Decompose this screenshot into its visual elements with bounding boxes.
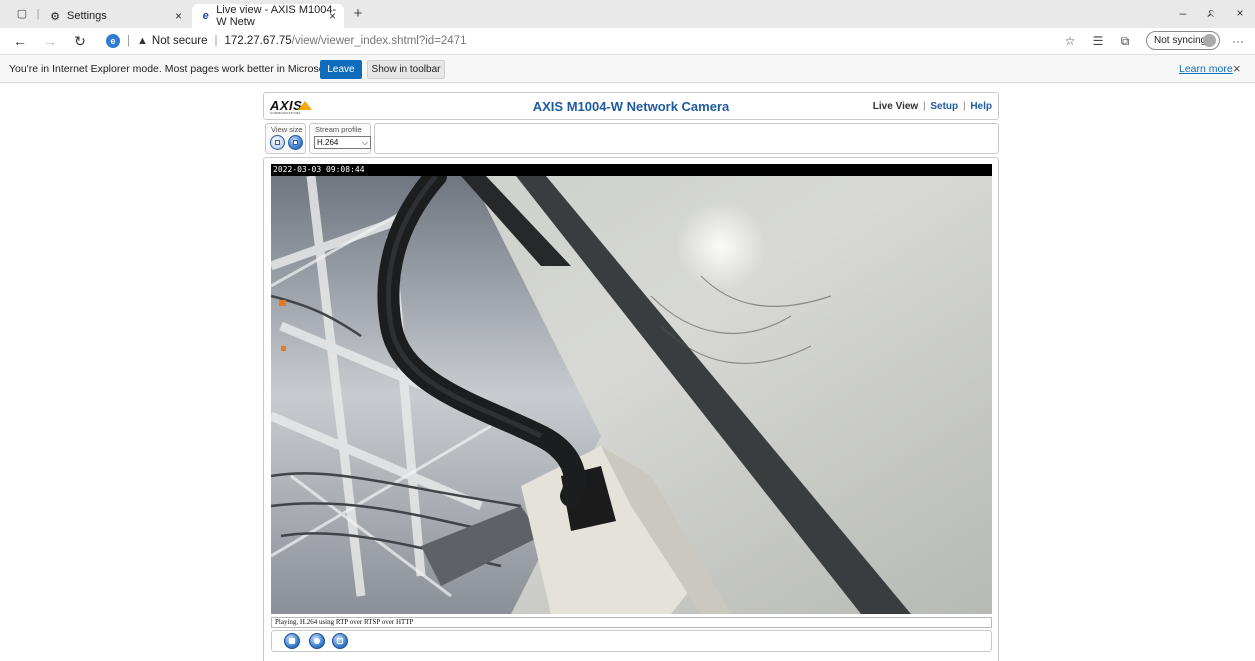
minimize-icon[interactable]: – xyxy=(1175,6,1191,22)
close-window-icon[interactable]: × xyxy=(1232,6,1248,22)
learn-more-link[interactable]: Learn more xyxy=(1179,63,1233,75)
ie-mode-icon[interactable]: e xyxy=(106,34,120,48)
nav-separator: | xyxy=(922,101,926,112)
stream-profile-value: H.264 xyxy=(317,138,339,147)
close-tab-icon[interactable]: × xyxy=(329,9,336,23)
playback-status: Playing, H.264 using RTP over RTSP over … xyxy=(271,617,992,628)
url-host: 172.27.67.75 xyxy=(224,35,292,47)
view-size-small-button[interactable] xyxy=(270,135,285,150)
address-bar-row: ← → ↻ e | ▲ Not secure | 172.27.67.75/vi… xyxy=(0,28,1255,54)
warning-icon[interactable]: ▲ xyxy=(137,35,148,47)
stop-button[interactable] xyxy=(284,633,300,649)
ie-mode-message: You're in Internet Explorer mode. Most p… xyxy=(9,63,361,75)
security-label[interactable]: Not secure xyxy=(152,35,208,47)
nav-help-link[interactable]: Help xyxy=(970,101,992,112)
forward-arrow-icon[interactable]: → xyxy=(42,33,58,49)
collections-icon[interactable]: ⧉ xyxy=(1117,33,1133,49)
toolbar-area xyxy=(374,123,999,154)
show-in-toolbar-button[interactable]: Show in toolbar xyxy=(367,60,445,79)
nav-setup-link[interactable]: Setup xyxy=(930,101,958,112)
restore-icon[interactable]: ᨅ xyxy=(1203,6,1219,22)
view-size-label: View size xyxy=(270,125,304,134)
view-controls: View size Stream profile H.264 ⌵ xyxy=(263,123,999,154)
chevron-down-icon: ⌵ xyxy=(361,138,368,147)
close-infobar-icon[interactable]: × xyxy=(1233,61,1241,76)
tab-settings[interactable]: ⚙ Settings × xyxy=(40,4,190,28)
ie-icon: e xyxy=(202,10,209,22)
tab-live-view[interactable]: e Live view - AXIS M1004-W Netw × xyxy=(192,4,344,28)
stop-icon xyxy=(289,638,295,644)
nav-live-view[interactable]: Live View xyxy=(873,101,918,112)
close-tab-icon[interactable]: × xyxy=(175,9,182,23)
sync-label: Not syncing xyxy=(1154,35,1207,46)
address-field[interactable]: e | ▲ Not secure | 172.27.67.75/view/vie… xyxy=(106,32,467,50)
stream-profile-select[interactable]: H.264 ⌵ xyxy=(314,136,371,149)
nav-separator: | xyxy=(962,101,966,112)
fullscreen-icon xyxy=(337,638,343,644)
live-video-stream[interactable] xyxy=(271,176,992,614)
playback-controls xyxy=(271,630,992,652)
camera-header: AXIS COMMUNICATIONS AXIS M1004-W Network… xyxy=(263,92,999,120)
profile-sync-button[interactable]: Not syncing xyxy=(1146,31,1220,50)
tab-actions-icon[interactable]: ▢ xyxy=(14,6,30,22)
view-size-full-button[interactable] xyxy=(288,135,303,150)
refresh-icon[interactable]: ↻ xyxy=(72,33,88,49)
url-path: /view/viewer_index.shtml?id=2471 xyxy=(291,35,467,47)
more-options-icon[interactable]: ··· xyxy=(1230,33,1246,49)
leave-button[interactable]: Leave xyxy=(320,60,362,79)
snapshot-button[interactable] xyxy=(309,633,325,649)
tab-label: Settings xyxy=(67,10,107,22)
stream-profile-label: Stream profile xyxy=(314,125,363,134)
tab-label: Live view - AXIS M1004-W Netw xyxy=(216,4,337,28)
top-nav: Live View | Setup | Help xyxy=(873,101,992,112)
favorite-add-icon[interactable]: ☆ xyxy=(1062,33,1078,49)
stream-profile-group: Stream profile H.264 ⌵ xyxy=(309,123,371,154)
tab-strip: ▢ | ⚙ Settings × e Live view - AXIS M100… xyxy=(0,0,1255,28)
favorites-icon[interactable]: ☰ xyxy=(1090,33,1106,49)
video-frame xyxy=(271,176,992,614)
avatar xyxy=(1203,34,1216,47)
back-arrow-icon[interactable]: ← xyxy=(12,33,28,49)
fullscreen-button[interactable] xyxy=(332,633,348,649)
gear-icon: ⚙ xyxy=(50,10,60,23)
video-timestamp: 2022-03-03 09:08:44 xyxy=(271,164,992,176)
new-tab-button[interactable]: + xyxy=(350,6,366,22)
ie-mode-infobar: You're in Internet Explorer mode. Most p… xyxy=(0,54,1255,83)
frame-icon xyxy=(293,140,298,145)
divider: | xyxy=(214,35,218,47)
divider: | xyxy=(127,35,130,47)
frame-icon xyxy=(275,140,280,145)
camera-icon xyxy=(314,638,320,644)
view-size-group: View size xyxy=(265,123,306,154)
